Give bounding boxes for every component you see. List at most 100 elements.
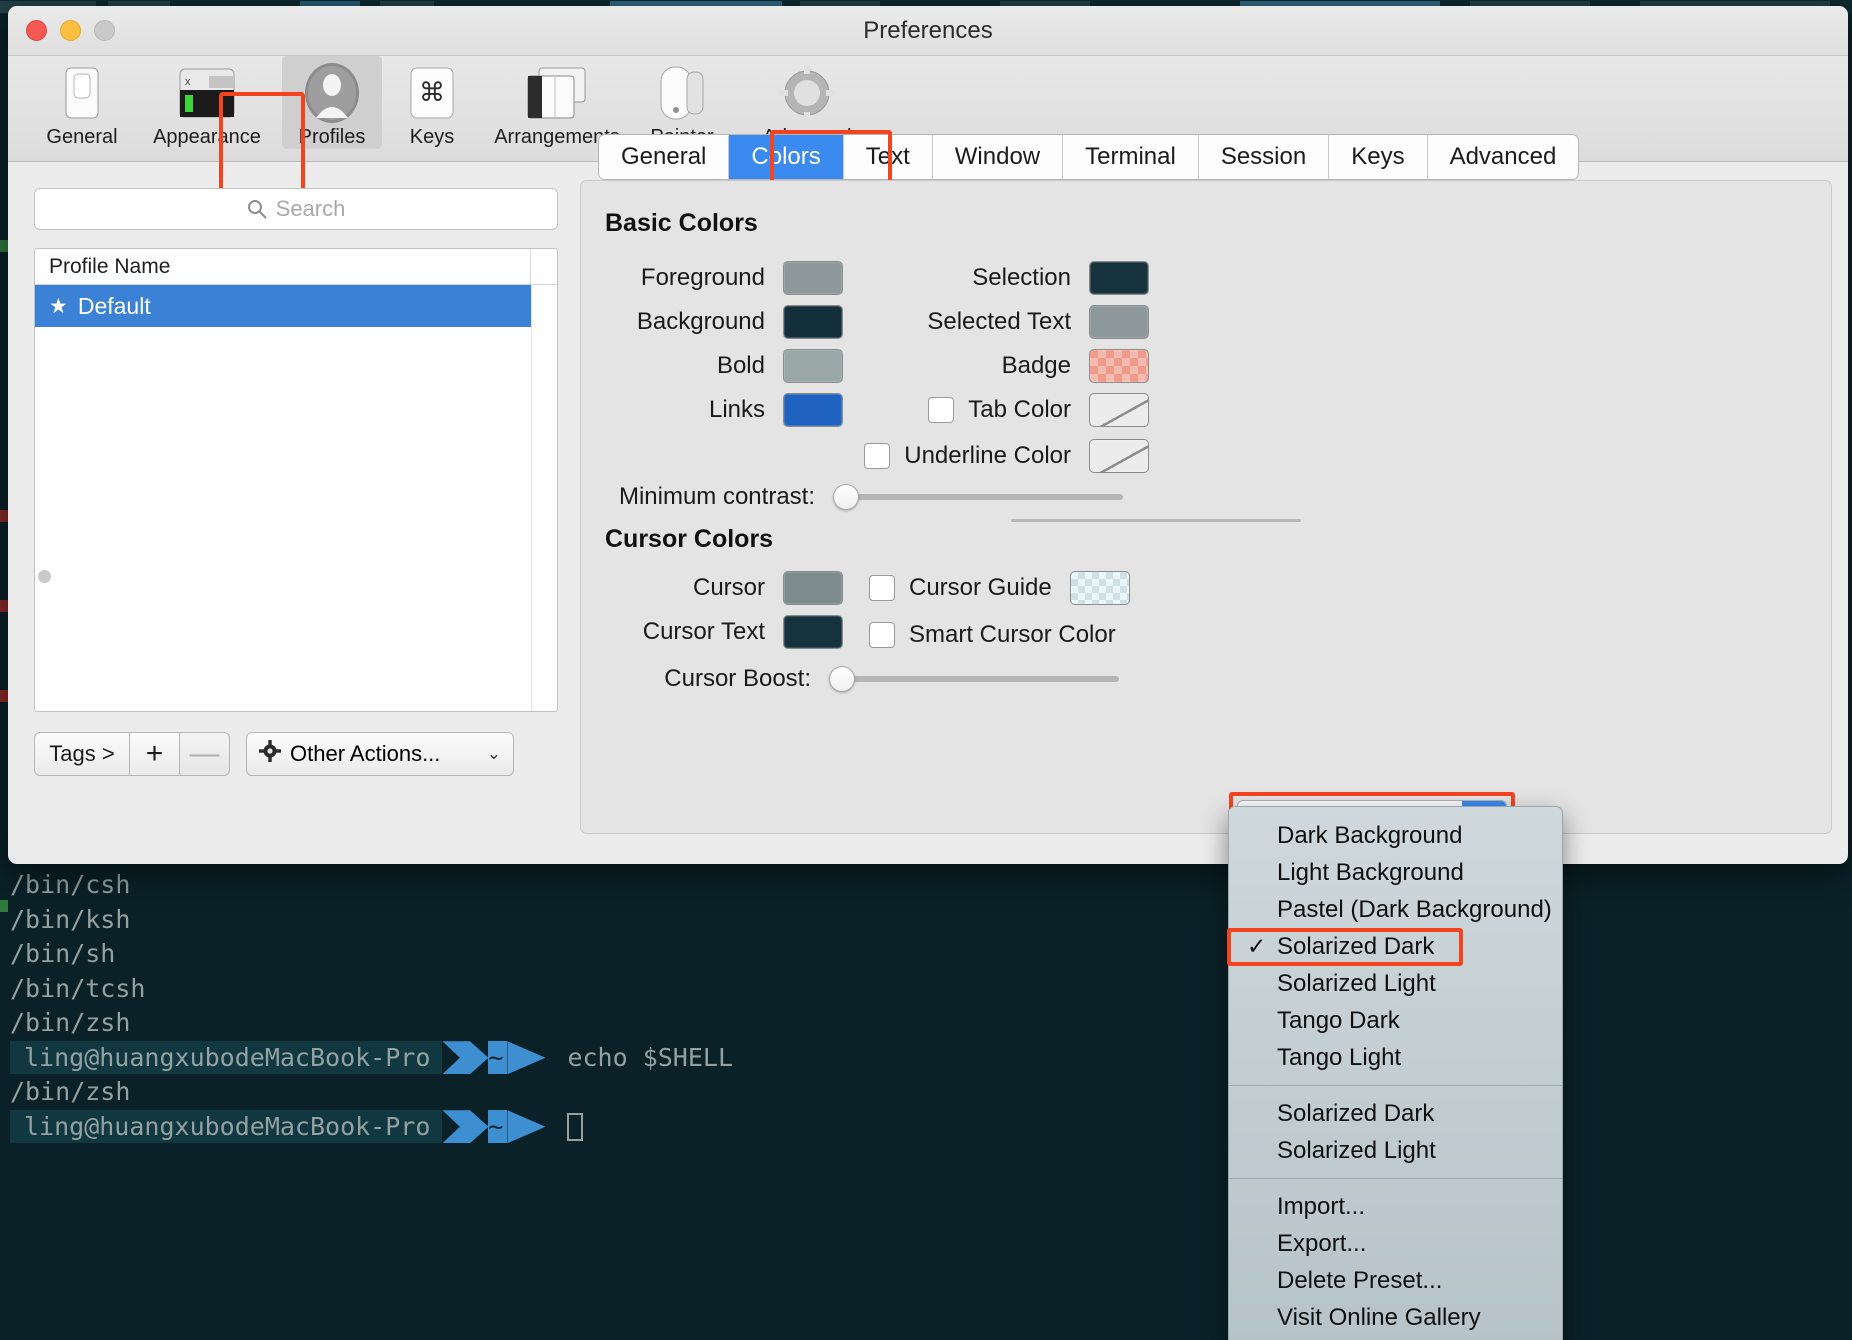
profiles-person-icon [282, 62, 382, 124]
label-background: Background [636, 308, 765, 335]
label-selected-text: Selected Text [927, 308, 1071, 335]
minimum-contrast-slider[interactable] [833, 484, 1123, 510]
label-tab-color: Tab Color [968, 396, 1071, 423]
terminal-prompt-host: ling@huangxubodeMacBook-Pro [10, 1110, 443, 1144]
tab-colors[interactable]: Colors [729, 135, 844, 179]
checkbox-cursor-guide[interactable] [869, 575, 895, 601]
toolbar-item-general[interactable]: General [32, 56, 132, 149]
checkbox-smart-cursor-color[interactable] [869, 622, 895, 648]
label-underline-color: Underline Color [904, 442, 1071, 469]
tags-button[interactable]: Tags > [34, 732, 130, 776]
slider-knob[interactable] [829, 666, 855, 692]
menu-item-import[interactable]: Import... [1229, 1188, 1562, 1225]
slider-knob[interactable] [833, 484, 859, 510]
swatch-tab-color[interactable] [1089, 393, 1149, 427]
minimize-button[interactable] [60, 20, 81, 41]
tab-general[interactable]: General [599, 135, 730, 179]
toolbar-item-keys[interactable]: ⌘ Keys [382, 56, 482, 149]
toolbar-label-appearance: Appearance [153, 126, 261, 148]
menu-item-pastel-dark-background[interactable]: Pastel (Dark Background) [1229, 891, 1562, 928]
swatch-cursor-text[interactable] [783, 615, 843, 649]
search-input[interactable]: Search [34, 188, 558, 230]
cursor-colors-title: Cursor Colors [605, 525, 774, 553]
profile-table-scrollbar[interactable] [531, 285, 557, 711]
toolbar-label-general: General [46, 126, 118, 148]
split-pane-handle[interactable] [38, 570, 51, 583]
checkbox-tab-color[interactable] [928, 397, 955, 423]
advanced-gear-icon [732, 62, 882, 124]
cursor-boost-slider[interactable] [829, 666, 1119, 692]
tab-session[interactable]: Session [1198, 135, 1330, 179]
swatch-cursor[interactable] [783, 571, 843, 605]
menu-item-solarized-dark[interactable]: ✓ Solarized Dark [1227, 928, 1562, 966]
menu-item-tango-light[interactable]: Tango Light [1229, 1039, 1562, 1076]
menu-item-dark-background[interactable]: Dark Background [1229, 817, 1562, 854]
menu-label: Import... [1277, 1192, 1366, 1220]
swatch-background[interactable] [783, 305, 843, 339]
menu-label: Dark Background [1277, 821, 1463, 849]
swatch-selected-text[interactable] [1089, 305, 1149, 339]
swatch-badge[interactable] [1089, 349, 1149, 383]
close-button[interactable] [26, 20, 47, 41]
menu-item-delete-preset[interactable]: Delete Preset... [1229, 1262, 1562, 1299]
appearance-terminal-icon: x [132, 62, 282, 124]
menu-item-solarized-light[interactable]: Solarized Light [1229, 965, 1562, 1002]
menu-item-custom-solarized-dark[interactable]: Solarized Dark [1229, 1095, 1562, 1132]
profiles-sidebar[interactable]: Search Profile Name ★ Default Tags > + — [8, 162, 580, 864]
label-cursor: Cursor [692, 574, 765, 601]
menu-item-tango-dark[interactable]: Tango Dark [1229, 1002, 1562, 1039]
other-actions-button[interactable]: Other Actions... ⌄ [246, 732, 514, 776]
prompt-arrow-icon [442, 1041, 489, 1075]
swatch-selection[interactable] [1089, 261, 1149, 295]
profile-settings-pane[interactable]: General Colors Text Window Terminal Sess… [580, 130, 1848, 864]
menu-label: Delete Preset... [1277, 1266, 1443, 1294]
label-smart-cursor-color: Smart Cursor Color [909, 621, 1116, 648]
terminal-cursor [567, 1112, 584, 1141]
terminal-output-line: /bin/zsh [10, 1008, 131, 1037]
toolbar-item-appearance[interactable]: x Appearance [132, 56, 282, 149]
color-presets-menu[interactable]: Dark Background Light Background Pastel … [1227, 806, 1563, 1340]
checkbox-underline-color[interactable] [864, 443, 891, 469]
window-title: Preferences [863, 17, 993, 44]
menu-label: Visit Online Gallery [1277, 1303, 1481, 1331]
menu-item-visit-online-gallery[interactable]: Visit Online Gallery [1229, 1299, 1562, 1336]
profile-table[interactable]: Profile Name ★ Default [34, 248, 558, 712]
label-badge: Badge [1001, 352, 1071, 379]
remove-profile-button[interactable]: — [180, 732, 230, 776]
menu-item-custom-solarized-light[interactable]: Solarized Light [1229, 1132, 1562, 1169]
swatch-bold[interactable] [783, 349, 843, 383]
column-divider [530, 249, 531, 285]
profile-tabbar[interactable]: General Colors Text Window Terminal Sess… [598, 134, 1580, 180]
swatch-links[interactable] [783, 393, 843, 427]
swatch-cursor-guide[interactable] [1069, 571, 1130, 605]
window-controls[interactable] [26, 20, 115, 41]
toolbar-label-keys: Keys [409, 126, 455, 148]
swatch-foreground[interactable] [783, 261, 843, 295]
menu-item-light-background[interactable]: Light Background [1229, 854, 1562, 891]
menu-item-export[interactable]: Export... [1229, 1225, 1562, 1262]
tab-advanced[interactable]: Advanced [1427, 135, 1579, 179]
tab-terminal[interactable]: Terminal [1063, 135, 1199, 179]
add-profile-button[interactable]: + [130, 732, 180, 776]
zoom-button[interactable] [94, 20, 115, 41]
tab-keys[interactable]: Keys [1329, 135, 1428, 179]
tab-window[interactable]: Window [932, 135, 1064, 179]
terminal-output-line: /bin/csh [10, 870, 131, 899]
profile-name-cell: Default [77, 292, 151, 319]
tab-text[interactable]: Text [843, 135, 933, 179]
label-bold: Bold [716, 352, 765, 379]
terminal-output: /bin/csh/bin/ksh/bin/sh/bin/tcsh/bin/zsh… [10, 868, 733, 1144]
profile-table-header[interactable]: Profile Name [35, 249, 557, 285]
slider-track [833, 494, 1123, 500]
table-row[interactable]: ★ Default [35, 285, 557, 327]
sidebar-bottom-toolbar[interactable]: Tags > + — Other Actions... ⌄ [34, 732, 558, 776]
terminal-output-line: /bin/ksh [10, 904, 131, 934]
swatch-underline-color[interactable] [1089, 439, 1149, 473]
toolbar-item-profiles[interactable]: Profiles [282, 56, 382, 149]
menu-label: Solarized Light [1277, 1136, 1436, 1164]
menu-label: Tango Dark [1277, 1006, 1400, 1034]
window-titlebar[interactable]: Preferences [8, 6, 1848, 56]
label-minimum-contrast: Minimum contrast: [618, 483, 815, 510]
preferences-window[interactable]: Preferences General x Appearance Profile… [8, 6, 1848, 864]
label-links: Links [708, 396, 765, 423]
